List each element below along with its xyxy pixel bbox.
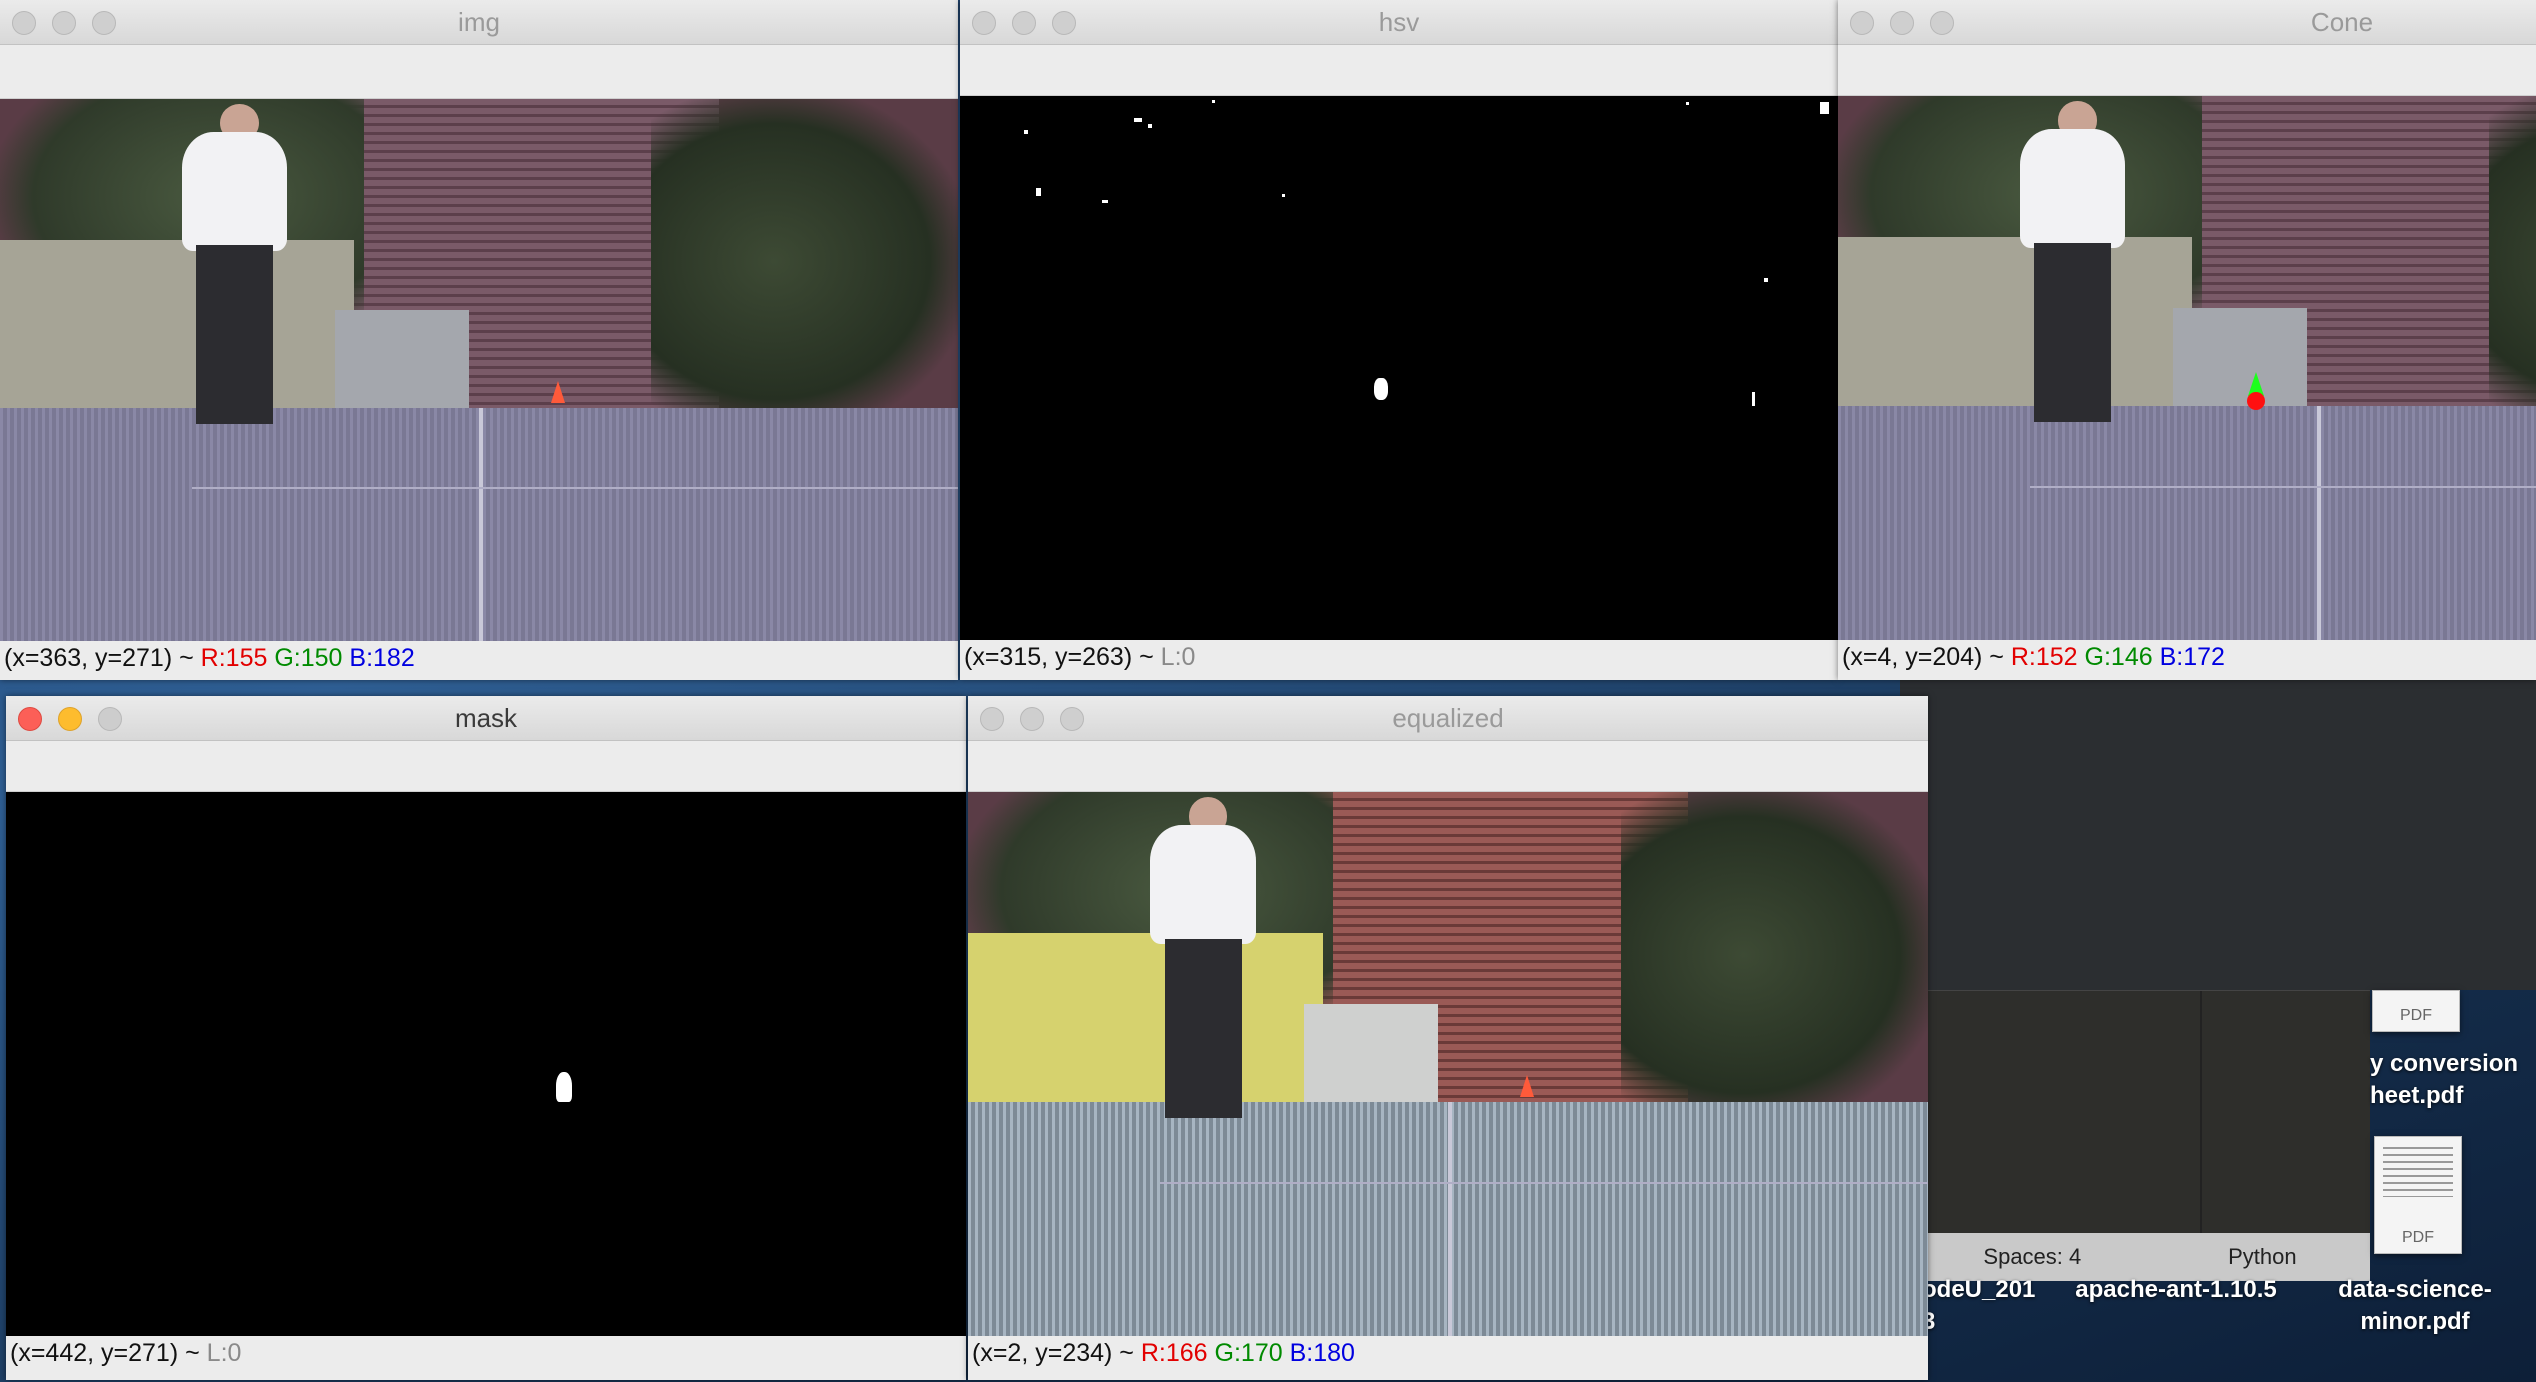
zoom-button[interactable] xyxy=(92,11,116,35)
image-canvas[interactable] xyxy=(0,99,958,641)
pixel-status-bar: (x=442, y=271) ~ L:0 xyxy=(6,1336,966,1370)
camera-image xyxy=(0,99,958,641)
file-name-line: y conversion xyxy=(2370,1050,2519,1077)
close-button[interactable] xyxy=(12,11,36,35)
pdf-label: PDF xyxy=(2400,1007,2432,1024)
window-controls xyxy=(980,707,1084,731)
window-hsv[interactable]: hsv (x=315, y=263) ~ L:0 xyxy=(960,0,1838,680)
traffic-cone xyxy=(1520,1074,1534,1097)
blue-value: B:182 xyxy=(349,644,415,672)
red-value: R:152 xyxy=(2010,643,2078,671)
close-button[interactable] xyxy=(18,707,42,731)
pixel-status-bar: (x=363, y=271) ~ R:155 G:150 B:182 xyxy=(0,641,958,675)
desktop-file-label[interactable]: y conversion heet.pdf xyxy=(2370,1048,2536,1112)
camera-image xyxy=(1838,96,2536,640)
window-controls xyxy=(18,707,122,731)
image-canvas[interactable] xyxy=(968,792,1928,1336)
toolbar xyxy=(960,45,1838,96)
toolbar xyxy=(1838,45,2536,96)
window-title: img xyxy=(458,7,500,37)
image-canvas[interactable] xyxy=(6,792,966,1336)
pixel-coords: (x=4, y=204) ~ xyxy=(1842,643,2004,671)
image-canvas[interactable] xyxy=(960,96,1838,640)
cone-blob xyxy=(556,1072,572,1102)
window-title: Cone xyxy=(2310,7,2374,37)
green-value: G:146 xyxy=(2084,643,2153,671)
pixel-status-bar: (x=2, y=234) ~ R:166 G:170 B:180 xyxy=(968,1336,1928,1370)
minimize-button[interactable] xyxy=(1890,11,1914,35)
file-name-line: heet.pdf xyxy=(2370,1082,2464,1109)
window-cone[interactable]: Cone (x=4, y=204) ~ R:152 G:146 B:172 xyxy=(1838,0,2536,680)
minimize-button[interactable] xyxy=(1012,11,1036,35)
desktop-folder-label[interactable]: apache-ant-1.10.5 xyxy=(2056,1274,2296,1306)
pdf-file-icon[interactable]: PDF xyxy=(2372,990,2460,1032)
window-title: equalized xyxy=(1392,703,1504,733)
desktop-file-label[interactable]: data-science- minor.pdf xyxy=(2310,1274,2520,1338)
folder-name-line: 3 xyxy=(1922,1308,1936,1335)
text-editor-window[interactable]: Spaces: 4 Python xyxy=(1910,990,2370,1281)
toolbar xyxy=(0,45,958,99)
minimize-button[interactable] xyxy=(1020,707,1044,731)
toolbar xyxy=(968,741,1928,792)
pdf-file-icon[interactable]: PDF xyxy=(2374,1136,2462,1254)
zoom-button[interactable] xyxy=(1930,11,1954,35)
window-controls xyxy=(1850,11,1954,35)
pixel-coords: (x=315, y=263) ~ xyxy=(964,643,1154,671)
minimize-button[interactable] xyxy=(52,11,76,35)
window-img[interactable]: img (x=363, y=271) ~ R:155 G:150 B:182 xyxy=(0,0,958,680)
file-name-line: minor.pdf xyxy=(2360,1308,2470,1335)
pixel-coords: (x=2, y=234) ~ xyxy=(972,1339,1134,1367)
window-controls xyxy=(972,11,1076,35)
luminance-value: L:0 xyxy=(1160,643,1196,671)
pdf-label: PDF xyxy=(2402,1229,2434,1246)
titlebar[interactable]: img xyxy=(0,0,958,45)
desktop-folder-label[interactable]: odeU_201 3 xyxy=(1922,1274,2052,1338)
zoom-button[interactable] xyxy=(1052,11,1076,35)
blue-value: B:180 xyxy=(1289,1339,1355,1367)
zoom-button[interactable] xyxy=(1060,707,1084,731)
background-window xyxy=(1900,680,2536,990)
close-button[interactable] xyxy=(972,11,996,35)
pixel-status-bar: (x=315, y=263) ~ L:0 xyxy=(960,640,1838,674)
editor-divider xyxy=(2200,991,2202,1233)
titlebar[interactable]: Cone xyxy=(1838,0,2536,45)
window-equalized[interactable]: equalized (x=2, y=234) ~ R:166 G:170 B:1… xyxy=(968,696,1928,1380)
pixel-coords: (x=442, y=271) ~ xyxy=(10,1339,200,1367)
cone-blob xyxy=(1374,378,1388,400)
green-value: G:170 xyxy=(1214,1339,1283,1367)
toolbar xyxy=(6,741,966,792)
close-button[interactable] xyxy=(980,707,1004,731)
equalized-image xyxy=(968,792,1928,1336)
folder-name-line: odeU_201 xyxy=(1922,1276,2036,1303)
pixel-status-bar: (x=4, y=204) ~ R:152 G:146 B:172 xyxy=(1838,640,2536,674)
window-controls xyxy=(12,11,116,35)
window-mask[interactable]: mask (x=442, y=271) ~ L:0 xyxy=(6,696,966,1380)
image-canvas[interactable] xyxy=(1838,96,2536,640)
detection-point xyxy=(2247,392,2265,410)
blue-value: B:172 xyxy=(2159,643,2225,671)
green-value: G:150 xyxy=(274,644,343,672)
window-title: hsv xyxy=(1378,7,1420,37)
traffic-cone xyxy=(550,380,565,403)
file-name-line: data-science- xyxy=(2338,1276,2492,1303)
language-mode[interactable]: Python xyxy=(2228,1244,2297,1270)
indentation-setting[interactable]: Spaces: 4 xyxy=(1983,1244,2081,1270)
titlebar[interactable]: equalized xyxy=(968,696,1928,741)
window-title: mask xyxy=(454,703,518,733)
titlebar[interactable]: hsv xyxy=(960,0,1838,45)
pixel-coords: (x=363, y=271) ~ xyxy=(4,644,194,672)
folder-name-line: apache-ant-1.10.5 xyxy=(2075,1276,2277,1303)
titlebar[interactable]: mask xyxy=(6,696,966,741)
luminance-value: L:0 xyxy=(206,1339,242,1367)
close-button[interactable] xyxy=(1850,11,1874,35)
document-preview xyxy=(2383,1147,2453,1197)
red-value: R:155 xyxy=(200,644,268,672)
red-value: R:166 xyxy=(1140,1339,1208,1367)
zoom-button[interactable] xyxy=(98,707,122,731)
minimize-button[interactable] xyxy=(58,707,82,731)
